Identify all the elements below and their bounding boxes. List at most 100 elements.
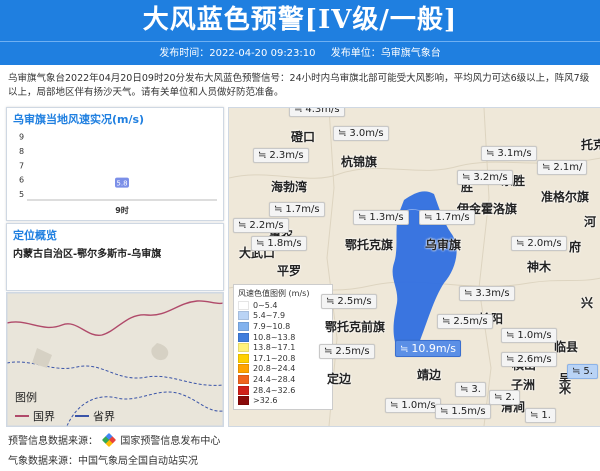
wind-legend-swatch [238,343,249,353]
wind-station-label[interactable]: ≒ 1.3m/s [353,210,409,225]
wind-legend-swatch [238,321,249,331]
wind-station-value: 1. [541,410,551,421]
place-label: 府 [569,240,582,254]
wind-station-label[interactable]: ≒ 1.0m/s [501,328,557,343]
wind-station-label[interactable]: ≒ 1. [525,408,556,423]
wind-barb-icon: ≒ [424,212,433,223]
wind-station-label[interactable]: ≒ 2.5m/s [437,314,493,329]
wind-legend-range: 13.8~17.1 [253,343,296,353]
wind-legend-swatch [238,353,249,363]
wind-legend-range: 7.9~10.8 [253,321,291,331]
place-label: 河 [584,215,597,229]
publish-time: 发布时间：2022-04-20 09:23:10 [159,48,316,59]
provincial-border-label: 省界 [93,410,115,423]
place-label: 海勃湾 [271,180,308,194]
map-legend: 图例 国界 省界 [15,389,115,424]
wind-legend-row: 5.4~7.9 [238,311,328,322]
wind-station-label[interactable]: ≒ 1.5m/s [435,404,491,419]
wind-station-label[interactable]: ≒ 1.7m/s [269,202,325,217]
wind-station-label[interactable]: ≒ 2.6m/s [501,352,557,367]
wind-legend-range: 5.4~7.9 [253,311,286,321]
place-label: 定边 [327,372,352,386]
wind-legend-swatch [238,364,249,374]
wind-legend-swatch [238,311,249,321]
wind-legend-rows: 0~5.4 5.4~7.9 7.9~10.8 10.8~13.8 13.8~17.1 17… [238,300,328,406]
wind-station-label[interactable]: ≒ 2.2m/s [233,218,289,233]
wind-legend-row: 0~5.4 [238,300,328,311]
wind-station-label[interactable]: ≒ 3.0m/s [333,126,389,141]
wind-barb-icon: ≒ [324,346,333,357]
wind-legend-row: 24.4~28.4 [238,374,328,385]
wind-station-label[interactable]: ≒ 2.0m/s [511,236,567,251]
wind-station-label[interactable]: ≒ 1.7m/s [419,210,475,225]
wind-station-value: 3. [471,384,481,395]
wind-barb-icon: ≒ [358,212,367,223]
wind-station-value: 10.9m/s [411,342,457,355]
wind-station-label[interactable]: ≒ 2.1m/ [537,160,588,175]
wind-legend-range: >32.6 [253,396,278,406]
wind-station-label[interactable]: ≒ 3.2m/s [457,170,513,185]
location-title: 定位概览 [13,229,57,242]
wind-station-value: 4.3m/s [305,107,340,115]
wind-barb-icon: ≒ [440,406,449,417]
wind-station-label[interactable]: ≒ 2. [489,390,520,405]
wind-barb-icon: ≒ [442,316,451,327]
wind-station-label[interactable]: ≒ 2.5m/s [321,294,377,309]
wind-barb-icon: ≒ [400,344,409,355]
map-legend-title: 图例 [15,391,37,404]
wind-station-label[interactable]: ≒ 3. [455,382,486,397]
wind-barb-icon: ≒ [462,172,471,183]
wind-station-map[interactable]: 风速色值图例 (m/s) 0~5.4 5.4~7.9 7.9~10.8 10.8~13… [228,107,600,427]
footer-source-label: 预警信息数据来源： [8,436,98,447]
wind-legend-range: 28.4~32.6 [253,385,296,395]
wind-speed-chart: 9 8 7 6 5 5.8 9时 [19,132,217,215]
wind-station-label[interactable]: ≒ 2.3m/s [253,148,309,163]
place-label: 杭锦旗 [341,155,378,169]
wind-station-label[interactable]: ≒ 1.8m/s [251,236,307,251]
wind-panel-title: 乌审旗当地风速实况(m/s) [13,113,145,126]
source-logo-icon [102,432,117,448]
place-label: 准格尔旗 [541,190,590,204]
wind-station-label[interactable]: ≒ 3.3m/s [459,286,515,301]
wind-barb-icon: ≒ [486,148,495,159]
footer-source-name[interactable]: 国家预警信息发布中心 [120,436,220,447]
wind-legend-title: 风速色值图例 (m/s) [238,289,310,298]
wind-station-value: 3.1m/s [497,148,532,159]
wind-legend: 风速色值图例 (m/s) 0~5.4 5.4~7.9 7.9~10.8 10.8~13… [233,284,333,410]
wind-station-value: 1.0m/s [401,400,436,411]
alert-meta: 发布时间：2022-04-20 09:23:10 发布单位：乌审旗气象台 [0,41,600,65]
location-panel: 定位概览 内蒙古自治区-鄂尔多斯市-乌审旗 [6,223,224,291]
wind-barb-icon: ≒ [256,238,265,249]
wind-station-label[interactable]: ≒ 2.5m/s [319,344,375,359]
wind-legend-row: >32.6 [238,395,328,406]
wind-station-value: 2.5m/s [335,346,370,357]
wind-station-label[interactable]: ≒ 4.3m/s [289,107,345,117]
wind-legend-swatch [238,374,249,384]
wind-station-value: 2.5m/s [337,296,372,307]
wind-station-label[interactable]: ≒ 5. [567,364,598,379]
wind-station-label[interactable]: ≒ 3.1m/s [481,146,537,161]
wind-legend-row: 10.8~13.8 [238,332,328,343]
wind-barb-icon: ≒ [516,238,525,249]
wind-legend-range: 24.4~28.4 [253,374,296,384]
wind-station-label[interactable]: ≒ 10.9m/s [395,340,462,357]
y-tick-label: 5 [19,190,24,199]
wind-legend-range: 10.8~13.8 [253,332,296,342]
wind-station-value: 2.1m/ [553,162,583,173]
wind-station-value: 3.2m/s [473,172,508,183]
y-tick-label: 8 [19,147,24,156]
wind-station-label[interactable]: ≒ 1.0m/s [385,398,441,413]
wind-legend-row: 7.9~10.8 [238,321,328,332]
wind-station-value: 2.2m/s [249,220,284,231]
wind-station-value: 5. [583,366,593,377]
wind-barb-icon: ≒ [464,288,473,299]
place-label: 平罗 [277,264,302,278]
wind-station-value: 2.0m/s [527,238,562,249]
wind-legend-range: 0~5.4 [253,300,278,310]
wind-station-value: 2.5m/s [453,316,488,327]
wind-legend-row: 17.1~20.8 [238,353,328,364]
x-tick-label: 9时 [115,205,129,215]
wind-barb-icon: ≒ [494,392,503,403]
wind-value-label: 5.8 [116,180,127,188]
overview-map[interactable]: 图例 国界 省界 [6,292,224,427]
